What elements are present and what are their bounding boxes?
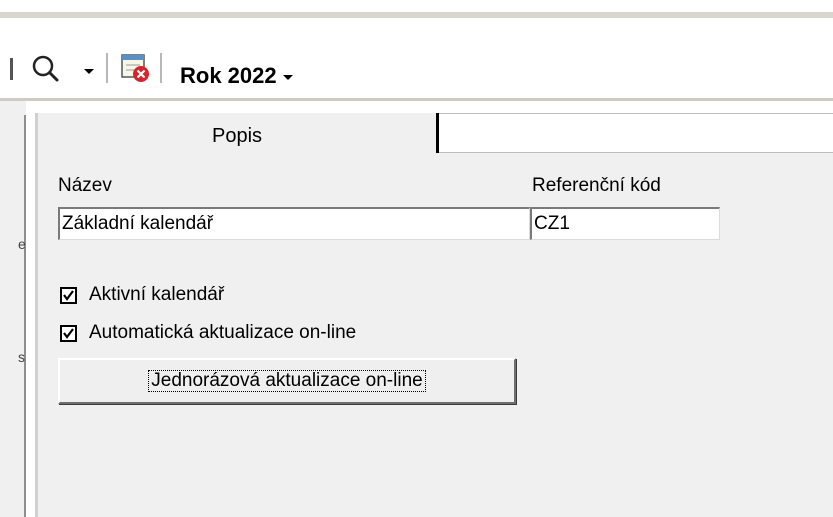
search-icon: [32, 55, 59, 82]
left-panel-border: [24, 115, 26, 517]
one-time-update-label: Jednorázová aktualizace on-line: [148, 370, 426, 392]
year-label: Rok 2022: [180, 63, 277, 88]
checkmark-icon: [63, 289, 74, 301]
tab-popis[interactable]: Popis: [38, 113, 436, 153]
name-label: Název: [58, 175, 112, 196]
calendar-detail-panel: [38, 113, 833, 517]
toolbar: Rok 2022: [0, 18, 833, 102]
active-calendar-checkbox[interactable]: [60, 286, 77, 304]
left-side-panel: e s: [0, 101, 26, 517]
name-field[interactable]: Základní kalendář: [58, 207, 530, 240]
close-calendar-button[interactable]: [119, 51, 153, 85]
toolbar-bottom-border: [0, 98, 833, 101]
toolbar-separator: [106, 53, 108, 83]
chevron-down-icon: [282, 74, 293, 80]
toolbar-left-edge: [10, 58, 13, 80]
search-dropdown-arrow-icon[interactable]: [84, 69, 94, 74]
auto-update-checkbox-row[interactable]: Automatická aktualizace on-line: [60, 321, 356, 345]
toolbar-separator: [160, 53, 162, 83]
active-calendar-label: Aktivní kalendář: [89, 284, 225, 305]
left-panel-text: e: [18, 236, 26, 252]
active-calendar-checkbox-row[interactable]: Aktivní kalendář: [60, 283, 224, 307]
tab-popis-label: Popis: [211, 125, 263, 147]
tab-empty[interactable]: [439, 113, 833, 153]
one-time-update-button[interactable]: Jednorázová aktualizace on-line: [58, 358, 516, 404]
left-panel-text: s: [18, 349, 25, 365]
calendar-close-icon: [121, 54, 149, 82]
reference-code-field[interactable]: CZ1: [530, 207, 720, 240]
search-button[interactable]: [26, 44, 70, 88]
auto-update-label: Automatická aktualizace on-line: [89, 322, 357, 343]
checkmark-icon: [63, 327, 74, 339]
year-dropdown-button[interactable]: Rok 2022: [180, 64, 293, 88]
reference-code-label: Referenční kód: [532, 175, 661, 196]
auto-update-checkbox[interactable]: [60, 324, 77, 342]
